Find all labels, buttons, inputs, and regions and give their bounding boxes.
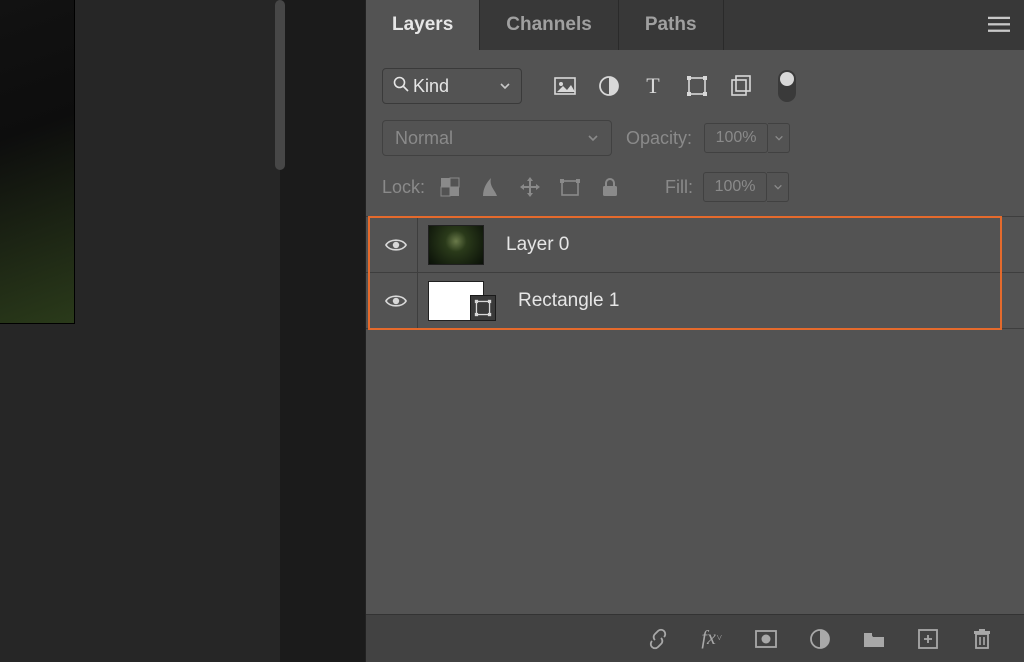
layer-row[interactable]: Rectangle 1 [366, 273, 1024, 329]
chevron-down-icon [587, 128, 599, 149]
fill-input[interactable]: 100% [703, 172, 767, 202]
fill-label: Fill: [665, 177, 693, 198]
layer-row[interactable]: Layer 0 [366, 217, 1024, 273]
shape-layer-badge-icon [470, 295, 496, 321]
tab-channels[interactable]: Channels [480, 0, 619, 50]
layers-panel: Layers Channels Paths Kind [365, 0, 1024, 662]
lock-image-icon[interactable] [479, 176, 501, 198]
layer-visibility-toggle[interactable] [374, 217, 418, 272]
opacity-input[interactable]: 100% [704, 123, 768, 153]
filter-type-layers-icon[interactable]: T [642, 75, 664, 97]
lock-row: Lock: Fill: 100% [366, 162, 1024, 216]
new-adjustment-layer-icon[interactable] [808, 627, 832, 651]
lock-position-icon[interactable] [519, 176, 541, 198]
new-group-icon[interactable] [862, 627, 886, 651]
panel-gap [285, 0, 365, 662]
filter-adjustment-layers-icon[interactable] [598, 75, 620, 97]
hamburger-icon [988, 16, 1010, 34]
scrollbar-thumb[interactable] [275, 0, 285, 170]
layer-filter-row: Kind T [366, 50, 1024, 114]
blend-mode-value: Normal [395, 128, 453, 149]
delete-layer-icon[interactable] [970, 627, 994, 651]
new-layer-icon[interactable] [916, 627, 940, 651]
add-mask-icon[interactable] [754, 627, 778, 651]
filter-smart-objects-icon[interactable] [730, 75, 752, 97]
filter-shape-layers-icon[interactable] [686, 75, 708, 97]
opacity-label: Opacity: [626, 128, 692, 149]
blend-opacity-row: Normal Opacity: 100% [366, 114, 1024, 162]
layer-effects-icon[interactable]: fx˅ [700, 627, 724, 651]
chevron-down-icon [499, 76, 511, 97]
blend-mode-select[interactable]: Normal [382, 120, 612, 156]
panel-tab-row: Layers Channels Paths [366, 0, 1024, 50]
lock-all-icon[interactable] [599, 176, 621, 198]
filter-toggle-switch[interactable] [778, 70, 796, 102]
filter-kind-label: Kind [413, 76, 499, 97]
filter-pixel-layers-icon[interactable] [554, 75, 576, 97]
layer-name[interactable]: Rectangle 1 [518, 290, 619, 312]
layer-visibility-toggle[interactable] [374, 273, 418, 328]
link-layers-icon[interactable] [646, 627, 670, 651]
tab-paths[interactable]: Paths [619, 0, 724, 50]
filter-kind-select[interactable]: Kind [382, 68, 522, 104]
lock-artboard-icon[interactable] [559, 176, 581, 198]
layers-footer-toolbar: fx˅ [366, 614, 1024, 662]
canvas-area [0, 0, 280, 662]
opacity-dropdown-button[interactable] [768, 123, 790, 153]
document-canvas[interactable] [0, 0, 75, 324]
search-icon [393, 76, 409, 97]
fill-dropdown-button[interactable] [767, 172, 789, 202]
lock-transparent-icon[interactable] [439, 176, 461, 198]
layer-name[interactable]: Layer 0 [506, 234, 569, 256]
layer-thumbnail[interactable] [428, 225, 484, 265]
tab-layers[interactable]: Layers [366, 0, 480, 50]
lock-label: Lock: [382, 177, 425, 198]
layer-list: Layer 0 Rectangle 1 [366, 216, 1024, 329]
panel-menu-button[interactable] [974, 0, 1024, 50]
